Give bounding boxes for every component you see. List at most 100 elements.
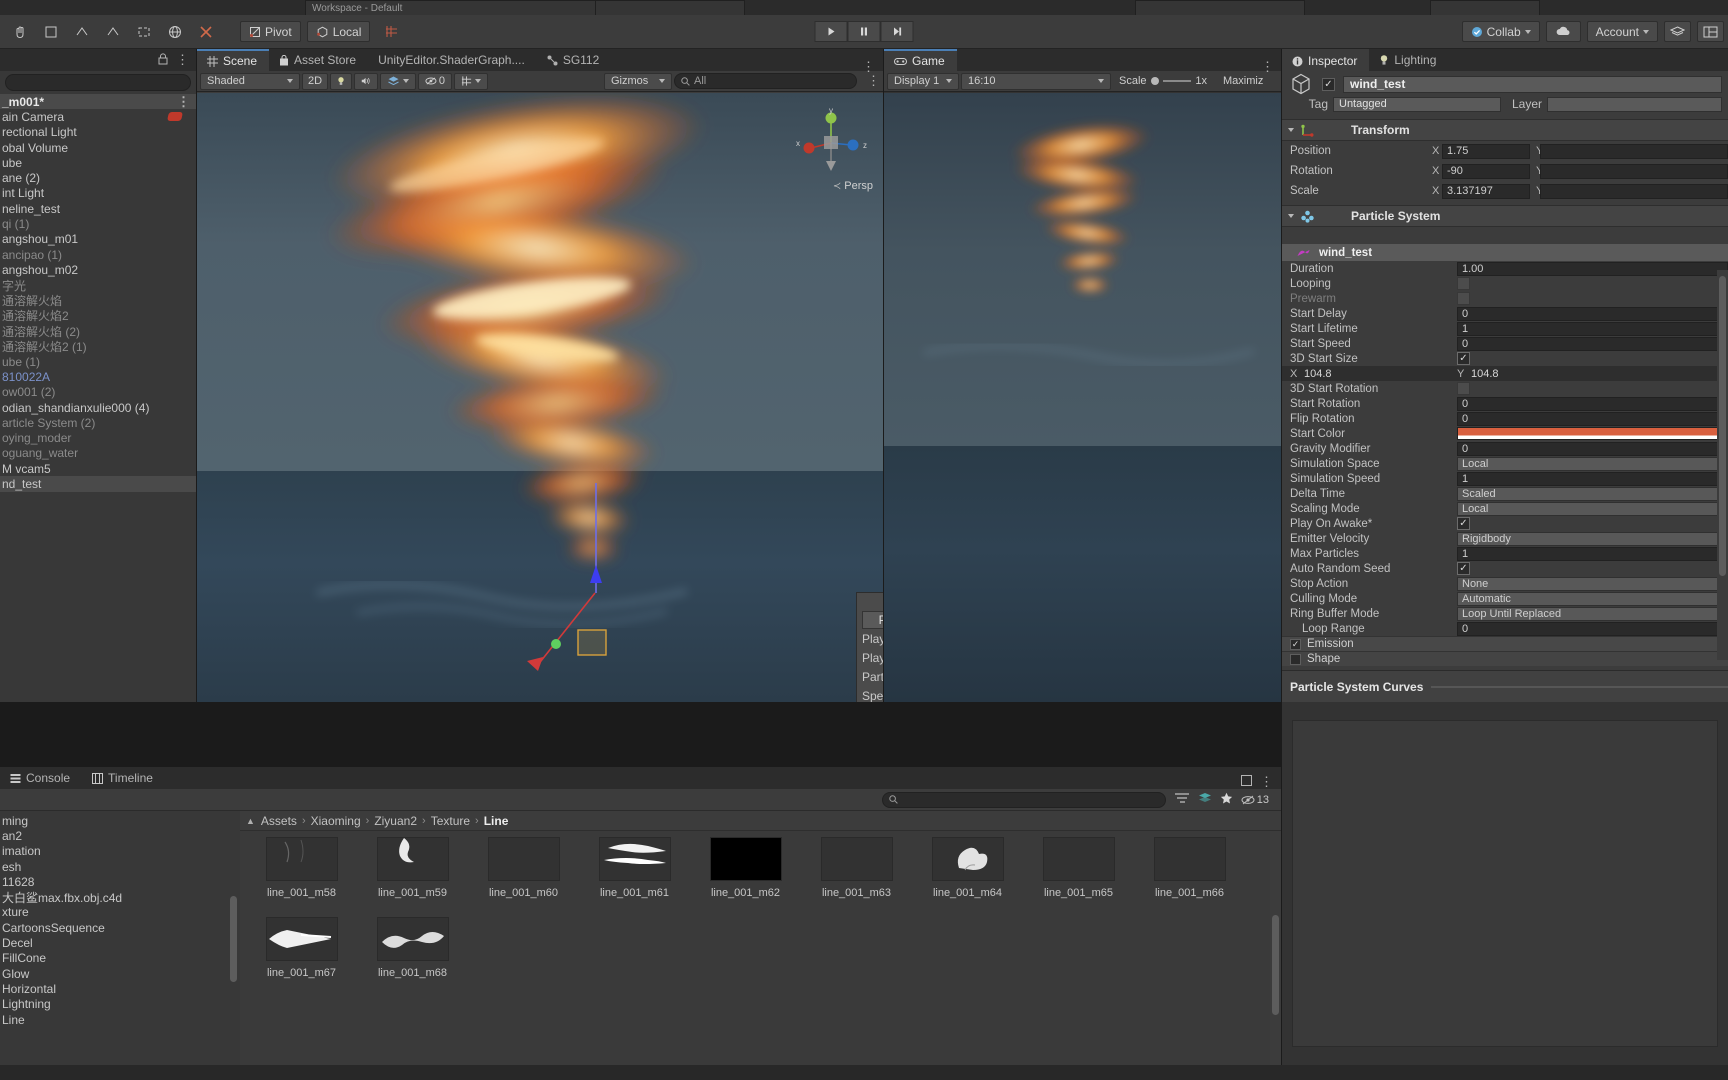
transform-x-field[interactable]: 1.75 <box>1442 143 1530 159</box>
aspect-dropdown[interactable]: 16:10 <box>961 72 1111 90</box>
maximize-icon[interactable] <box>1241 775 1252 789</box>
star-icon[interactable] <box>1220 792 1233 808</box>
particle-effect-overlay[interactable]: Particle Effect Pause Restart Stop Playb… <box>856 592 883 702</box>
asset-item-9[interactable]: line_001_m67 <box>246 917 357 979</box>
ps-prop-value[interactable]: 0 <box>1457 441 1728 456</box>
ps-prop-value[interactable]: 1 <box>1457 321 1728 336</box>
project-tree-item-7[interactable]: CartoonsSequence <box>0 920 228 935</box>
hierarchy-search-input[interactable] <box>5 74 191 91</box>
breadcrumb-scroll-icon[interactable]: ▲ <box>246 816 255 826</box>
hierarchy-item-8[interactable]: angshou_m01 <box>0 232 196 247</box>
asset-thumbnail[interactable] <box>265 837 338 881</box>
ps-prop-value[interactable]: 1.00 <box>1457 261 1728 276</box>
chevron-down-icon[interactable] <box>1288 128 1294 132</box>
object-enabled-checkbox[interactable]: ✓ <box>1322 77 1335 91</box>
project-tree-item-11[interactable]: Horizontal <box>0 981 228 996</box>
lock-icon[interactable] <box>158 52 168 68</box>
ps-start-size-x[interactable]: 104.8 <box>1304 368 1332 380</box>
rotate-tool-icon[interactable] <box>68 21 96 43</box>
inspector-scrollbar[interactable] <box>1717 270 1728 660</box>
layers-dropdown[interactable] <box>1664 21 1691 42</box>
hierarchy-item-20[interactable]: article System (2) <box>0 415 196 430</box>
hierarchy-item-10[interactable]: angshou_m02 <box>0 262 196 277</box>
asset-grid[interactable]: line_001_m58 line_001_m59 line_001_m60 line… <box>246 837 1261 1060</box>
asset-item-5[interactable]: line_001_m63 <box>801 837 912 899</box>
gizmos-dropdown[interactable]: Gizmos <box>604 72 672 90</box>
tab-inspector[interactable]: Inspector <box>1282 49 1370 71</box>
project-tree-item-3[interactable]: esh <box>0 859 228 874</box>
transform-y-field[interactable] <box>1540 163 1728 179</box>
hierarchy-item-9[interactable]: ancipao (1) <box>0 247 196 262</box>
hidden-packages-toggle[interactable]: 13 <box>1241 794 1269 806</box>
tab-console[interactable]: Console <box>0 767 83 789</box>
tab-scene[interactable]: Scene <box>197 49 270 71</box>
asset-item-6[interactable]: line_001_m64 <box>912 837 1023 899</box>
ps-module-shape[interactable]: Shape <box>1282 651 1728 666</box>
hierarchy-item-2[interactable]: obal Volume <box>0 140 196 155</box>
maximize-on-play-button[interactable]: Maximiz <box>1215 73 1269 90</box>
project-menu-icon[interactable]: ⋮ <box>1260 775 1273 788</box>
ps-prop-checkbox[interactable] <box>1457 382 1470 395</box>
scene-lighting-icon[interactable] <box>330 72 352 90</box>
hierarchy-menu-icon[interactable]: ⋮ <box>176 53 189 66</box>
asset-item-8[interactable]: line_001_m66 <box>1134 837 1245 899</box>
ps-prop-value[interactable]: Local <box>1457 456 1728 471</box>
breadcrumb-item-2[interactable]: Ziyuan2 <box>374 814 417 828</box>
module-checkbox[interactable]: ✓ <box>1290 638 1301 650</box>
ps-prop-checkbox[interactable]: ✓ <box>1457 562 1470 575</box>
local-toggle-button[interactable]: Local <box>306 21 371 42</box>
transform-y-field[interactable] <box>1540 143 1728 159</box>
account-button[interactable]: Account <box>1586 21 1658 42</box>
project-tree-item-4[interactable]: 11628 <box>0 874 228 889</box>
play-button[interactable] <box>814 21 848 42</box>
scene-menu-icon[interactable]: ⋮ <box>867 74 880 87</box>
ps-prop-value[interactable]: Scaled <box>1457 486 1728 501</box>
hierarchy-scene-row[interactable]: _m001* ⋮ <box>0 94 196 110</box>
breadcrumb-item-0[interactable]: Assets <box>261 814 297 828</box>
transform-x-field[interactable]: 3.137197 <box>1442 183 1530 199</box>
edit-layers-box[interactable] <box>1135 0 1305 16</box>
project-tree-scrollbar-thumb[interactable] <box>230 896 237 982</box>
hierarchy-item-24[interactable]: nd_test <box>0 476 196 492</box>
project-tree-item-12[interactable]: Lightning <box>0 997 228 1012</box>
hierarchy-item-5[interactable]: int Light <box>0 186 196 201</box>
scene-audio-icon[interactable] <box>354 72 378 90</box>
asset-item-7[interactable]: line_001_m65 <box>1023 837 1134 899</box>
ps-start-size-y[interactable]: 104.8 <box>1471 368 1499 380</box>
step-button[interactable] <box>880 21 914 42</box>
transform-x-field[interactable]: -90 <box>1442 163 1530 179</box>
hierarchy-item-0[interactable]: ain Camera <box>0 109 196 124</box>
scene-tabbar-menu-icon[interactable]: ⋮ <box>862 60 883 73</box>
lock-persp-icon[interactable]: ≺ <box>833 181 841 192</box>
hand-tool-icon[interactable] <box>6 21 34 43</box>
ps-prop-value[interactable]: Rigidbody <box>1457 531 1728 546</box>
asset-item-3[interactable]: line_001_m61 <box>579 837 690 899</box>
ps-prop-checkbox[interactable] <box>1457 277 1470 290</box>
scene-hidden-objects[interactable]: 0 <box>418 72 452 90</box>
particle-system-component-header[interactable]: Particle System <box>1282 205 1728 227</box>
project-tree-item-9[interactable]: FillCone <box>0 951 228 966</box>
asset-item-0[interactable]: line_001_m58 <box>246 837 357 899</box>
scale-slider[interactable]: Scale 1x <box>1113 73 1213 90</box>
persp-label[interactable]: Persp <box>844 180 873 192</box>
asset-item-2[interactable]: line_001_m60 <box>468 837 579 899</box>
asset-thumbnail[interactable] <box>931 837 1004 881</box>
hierarchy-item-13[interactable]: 通溶解火焰2 <box>0 308 196 323</box>
asset-thumbnail[interactable] <box>376 837 449 881</box>
transform-tool-icon[interactable] <box>161 21 189 43</box>
asset-item-10[interactable]: line_001_m68 <box>357 917 468 979</box>
hierarchy-item-22[interactable]: oguang_water <box>0 446 196 461</box>
scale-slider-track[interactable] <box>1162 80 1192 82</box>
ps-prop-checkbox[interactable] <box>1457 292 1470 305</box>
hierarchy-item-7[interactable]: qi (1) <box>0 216 196 231</box>
cloud-button[interactable] <box>1545 21 1581 42</box>
module-checkbox[interactable] <box>1290 653 1301 665</box>
ps-prop-value[interactable]: Loop Until Replaced <box>1457 606 1728 621</box>
project-search-input[interactable] <box>881 791 1166 808</box>
label-icon[interactable] <box>1198 792 1212 807</box>
rect-tool-icon[interactable] <box>130 21 158 43</box>
project-tree-item-1[interactable]: an2 <box>0 828 228 843</box>
hierarchy-item-1[interactable]: rectional Light <box>0 125 196 140</box>
project-tree-item-5[interactable]: 大白鲨max.fbx.obj.c4d <box>0 889 228 905</box>
pause-button[interactable] <box>847 21 881 42</box>
